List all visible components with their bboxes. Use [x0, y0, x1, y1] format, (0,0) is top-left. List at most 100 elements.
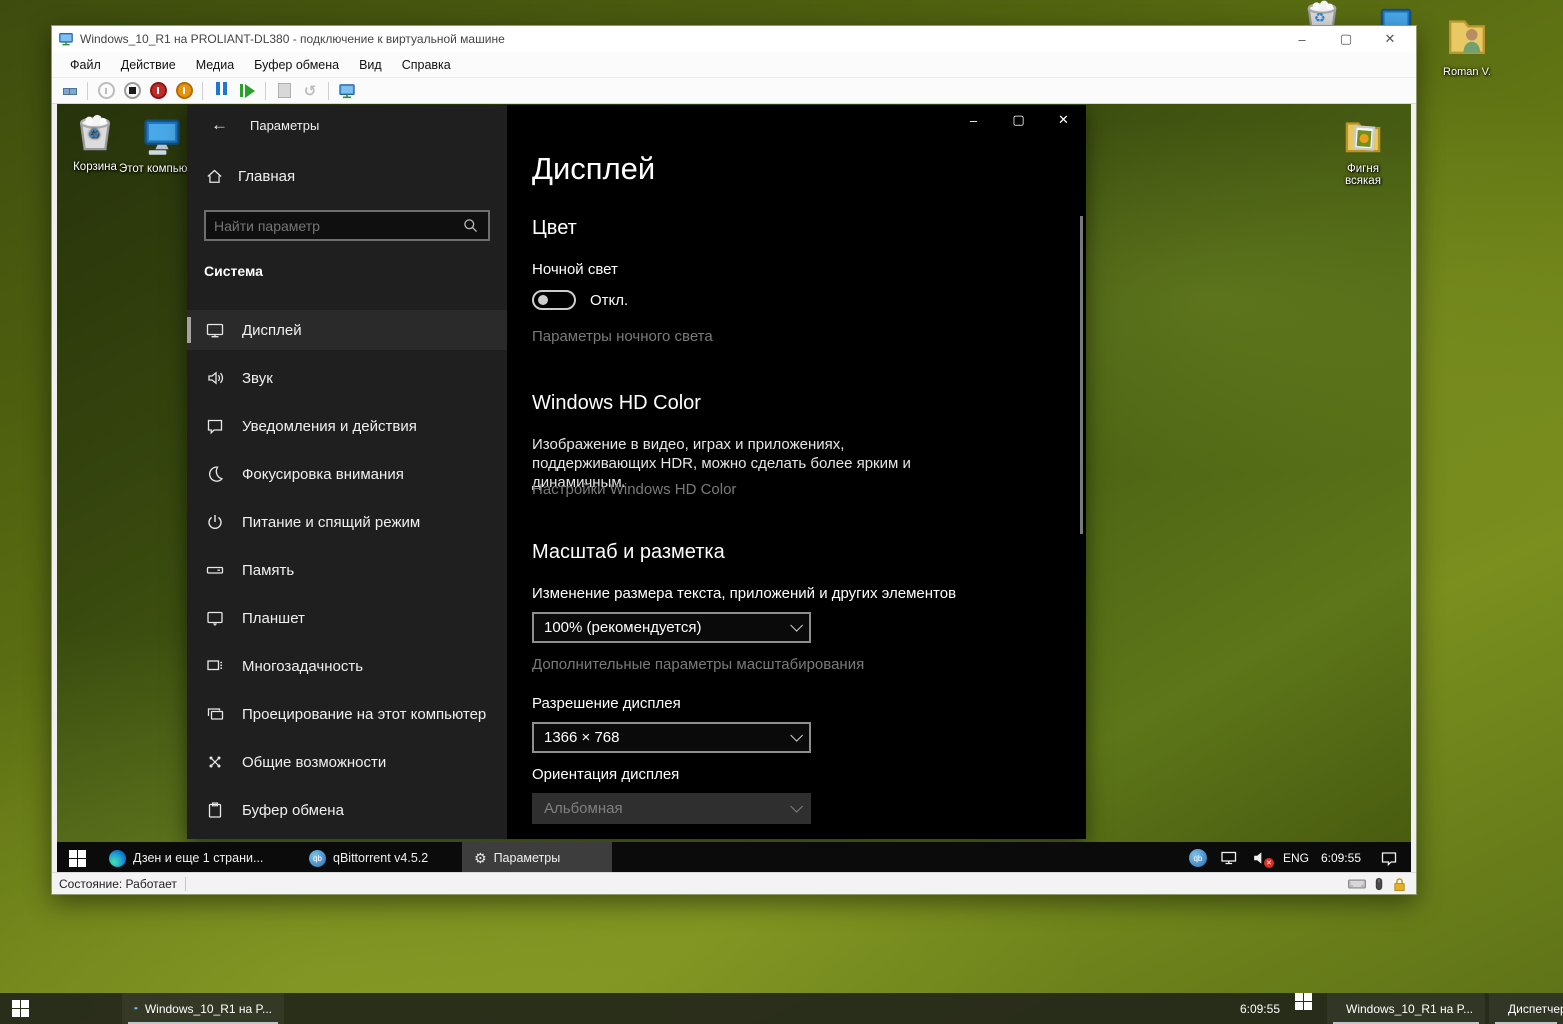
qbittorrent-tray-icon[interactable]: qb — [1189, 849, 1207, 867]
menu-action[interactable]: Действие — [111, 58, 186, 72]
settings-maximize-button[interactable]: ▢ — [996, 105, 1041, 135]
menu-media[interactable]: Медиа — [186, 58, 244, 72]
sidebar-item-tablet[interactable]: Планшет — [187, 598, 507, 638]
revert-icon[interactable]: ↺ — [299, 80, 321, 102]
vm-clock[interactable]: 6:09:55 — [1321, 851, 1361, 865]
chevron-down-icon — [790, 729, 803, 742]
color-heading: Цвет — [532, 217, 577, 240]
sidebar-item-focus[interactable]: Фокусировка внимания — [187, 454, 507, 494]
sidebar-item-storage[interactable]: Память — [187, 550, 507, 590]
host-icon-roman-v[interactable]: Roman V. — [1432, 12, 1502, 78]
vm-taskbar-qbittorrent-button[interactable]: qb qBittorrent v4.5.2 — [297, 842, 462, 874]
sidebar-item-clipboard[interactable]: Буфер обмена — [187, 790, 507, 830]
vm-maximize-button[interactable]: ▢ — [1324, 26, 1368, 52]
night-light-label: Ночной свет — [532, 261, 618, 278]
menu-help[interactable]: Справка — [392, 58, 461, 72]
display-icon — [205, 320, 225, 340]
search-icon[interactable] — [461, 216, 480, 235]
settings-window: ← Параметры Главная Система Дисплей — [187, 105, 1086, 839]
settings-search-box[interactable] — [204, 210, 490, 241]
vm-window-title: Windows_10_R1 на PROLIANT-DL380 - подклю… — [80, 32, 505, 46]
network-icon[interactable] — [1219, 848, 1239, 868]
chevron-down-icon — [790, 619, 803, 632]
vm-taskbar-edge-button[interactable]: Дзен и еще 1 страни... — [97, 842, 297, 874]
sidebar-item-home[interactable]: Главная — [205, 167, 295, 186]
menu-file[interactable]: Файл — [60, 58, 111, 72]
scale-heading: Масштаб и разметка — [532, 541, 725, 564]
night-light-settings-link[interactable]: Параметры ночного света — [532, 328, 713, 345]
vm-icon-fignya-label: Фигня всякая — [1333, 163, 1393, 187]
enhanced-session-icon[interactable] — [336, 80, 358, 102]
lock-icon[interactable] — [1391, 876, 1408, 893]
scrollbar-thumb[interactable] — [1080, 216, 1083, 534]
keyboard-capture-icon[interactable] — [1347, 874, 1367, 894]
clipboard-icon — [205, 800, 225, 820]
orientation-label: Ориентация дисплея — [532, 766, 679, 783]
shut-down-icon[interactable] — [147, 80, 169, 102]
vm-icon-recycle-bin-label: Корзина — [73, 161, 117, 173]
windows-logo-icon — [69, 850, 86, 867]
settings-sidebar: ← Параметры Главная Система Дисплей — [187, 105, 507, 839]
scale-label: Изменение размера текста, приложений и д… — [532, 585, 956, 602]
host-start-button[interactable] — [0, 993, 40, 1024]
vm-taskbar-settings-button[interactable]: ⚙ Параметры — [462, 842, 612, 874]
back-button[interactable]: ← — [203, 111, 236, 139]
vm-statusbar: Состояние: Работает — [52, 872, 1416, 894]
host-taskbar-taskmgr-button[interactable]: Диспетчер — [1489, 993, 1563, 1024]
sidebar-item-multitasking[interactable]: Многозадачность — [187, 646, 507, 686]
windows-logo-icon — [12, 1000, 29, 1017]
moon-icon — [205, 464, 225, 484]
page-title: Дисплей — [532, 151, 655, 187]
sidebar-item-display[interactable]: Дисплей — [187, 310, 507, 350]
pause-icon[interactable] — [210, 80, 232, 102]
vm-menubar: Файл Действие Медиа Буфер обмена Вид Спр… — [52, 52, 1416, 78]
checkpoint-icon[interactable] — [273, 80, 295, 102]
host-clock[interactable]: 6:09:55 — [1240, 993, 1280, 1024]
vm-minimize-button[interactable]: – — [1280, 26, 1324, 52]
search-input[interactable] — [206, 218, 461, 234]
storage-icon — [205, 560, 225, 580]
action-center-icon[interactable] — [1379, 848, 1399, 868]
vm-start-button[interactable] — [57, 842, 97, 874]
settings-main-pane: – ▢ ✕ Дисплей Цвет Ночной свет Откл. Пар… — [507, 105, 1086, 839]
menu-clipboard[interactable]: Буфер обмена — [244, 58, 349, 72]
host-taskbar: Windows_10_R1 на P... 6:09:55 Windows_10… — [0, 993, 1563, 1024]
hdr-settings-link[interactable]: Настройки Windows HD Color — [532, 481, 736, 498]
turn-off-icon[interactable] — [121, 80, 143, 102]
tablet-icon — [205, 608, 225, 628]
resume-icon[interactable] — [236, 80, 258, 102]
sidebar-item-sound[interactable]: Звук — [187, 358, 507, 398]
sidebar-item-power[interactable]: Питание и спящий режим — [187, 502, 507, 542]
start-vm-icon[interactable] — [95, 80, 117, 102]
windows-logo-icon — [1295, 993, 1312, 1010]
vm-guest-desktop: ♻ Корзина Этот компьютер Фигня всякая ← … — [57, 104, 1411, 874]
resolution-dropdown[interactable]: 1366 × 768 — [532, 722, 811, 753]
sidebar-section-label: Система — [204, 263, 263, 279]
save-state-icon[interactable] — [173, 80, 195, 102]
mouse-capture-icon[interactable] — [1371, 876, 1387, 892]
vm-window-titlebar[interactable]: Windows_10_R1 на PROLIANT-DL380 - подклю… — [52, 26, 1416, 52]
sidebar-item-notifications[interactable]: Уведомления и действия — [187, 406, 507, 446]
advanced-scaling-link[interactable]: Дополнительные параметры масштабирования — [532, 656, 864, 673]
volume-muted-icon[interactable]: ✕ — [1251, 849, 1271, 867]
host-taskbar-vm-button-2[interactable]: Windows_10_R1 на P... — [1327, 993, 1485, 1024]
shared-experiences-icon — [205, 752, 225, 772]
language-indicator[interactable]: ENG — [1283, 851, 1309, 865]
vm-close-button[interactable]: ✕ — [1368, 26, 1412, 52]
scale-dropdown[interactable]: 100% (рекомендуется) — [532, 612, 811, 643]
settings-close-button[interactable]: ✕ — [1041, 105, 1086, 135]
edge-icon — [109, 850, 126, 867]
projecting-icon — [205, 704, 225, 724]
host-taskbar-vm-button[interactable]: Windows_10_R1 на P... — [122, 993, 284, 1024]
night-light-toggle[interactable] — [532, 290, 576, 310]
vm-icon-fignya[interactable]: Фигня всякая — [1320, 112, 1406, 187]
vm-taskbar: Дзен и еще 1 страни... qb qBittorrent v4… — [57, 842, 1411, 874]
ctrl-alt-del-icon[interactable] — [58, 80, 80, 102]
menu-view[interactable]: Вид — [349, 58, 392, 72]
sidebar-item-shared[interactable]: Общие возможности — [187, 742, 507, 782]
vm-status-text: Состояние: Работает — [59, 877, 177, 891]
host-start-button-2[interactable] — [1283, 993, 1323, 1010]
sidebar-item-projecting[interactable]: Проецирование на этот компьютер — [187, 694, 507, 734]
multitasking-icon — [205, 656, 225, 676]
settings-minimize-button[interactable]: – — [951, 105, 996, 135]
